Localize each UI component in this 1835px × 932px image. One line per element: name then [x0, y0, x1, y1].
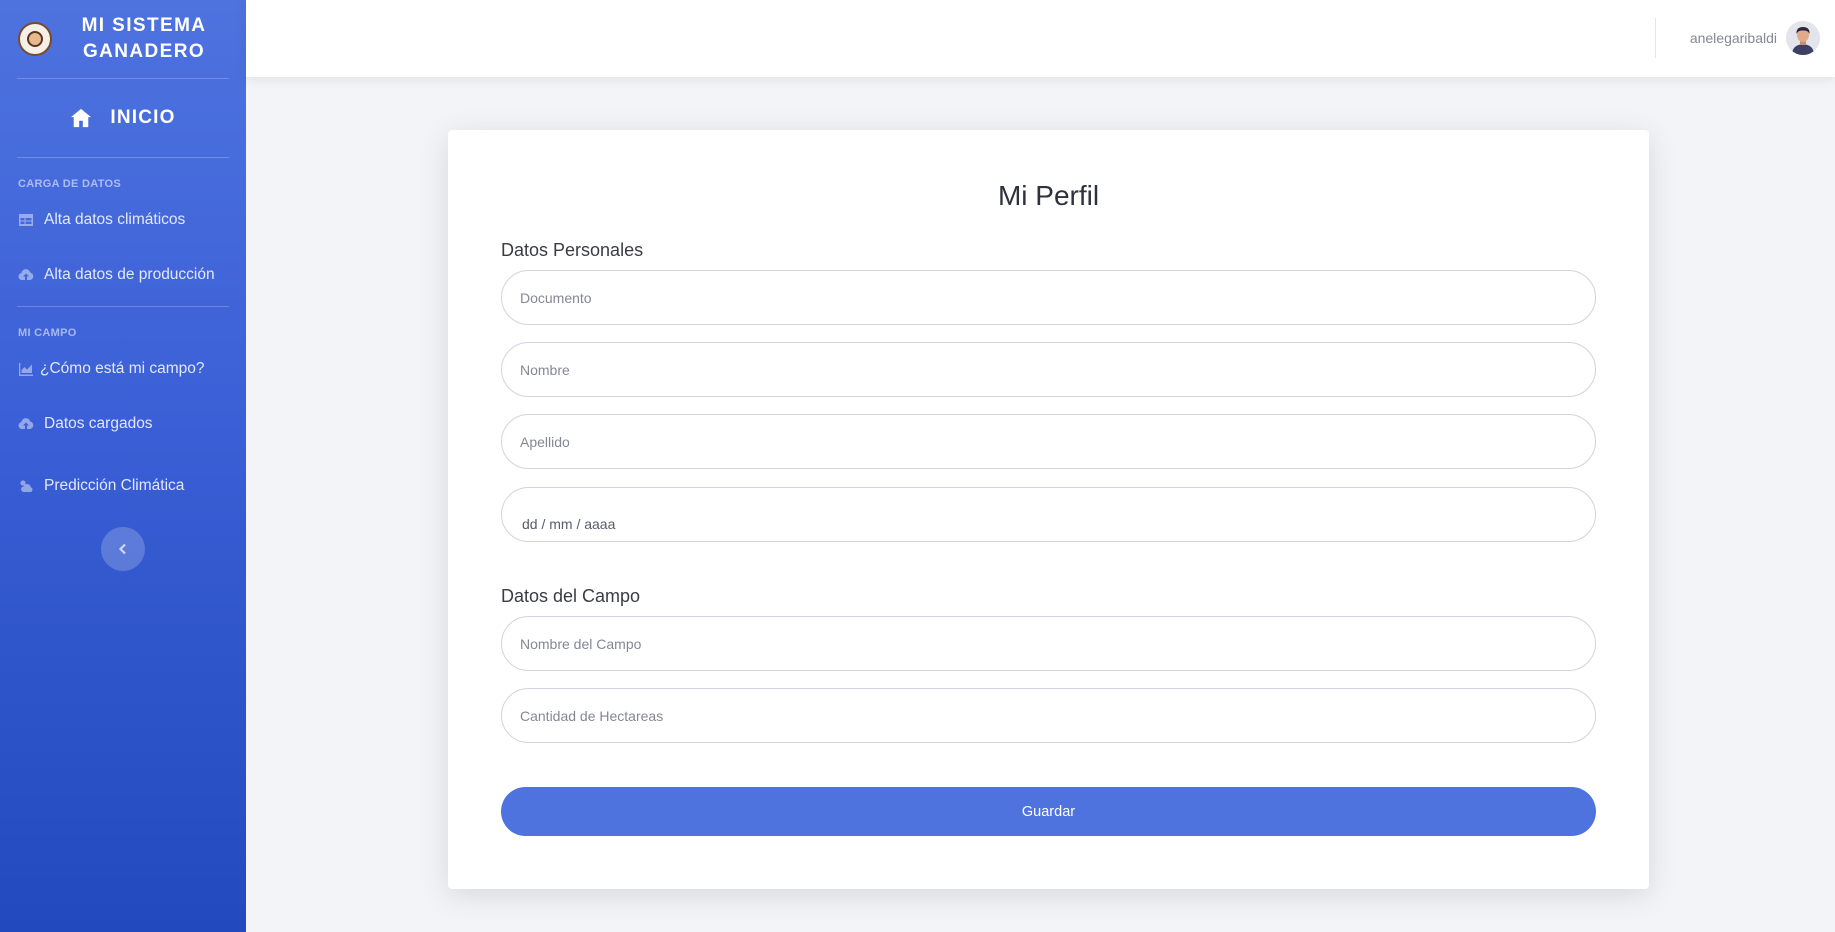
save-button[interactable]: Guardar — [501, 787, 1596, 836]
page-title: Mi Perfil — [997, 180, 1100, 211]
home-icon — [71, 108, 92, 128]
sidebar-item-alta-produccion[interactable]: Alta datos de producción — [0, 244, 246, 306]
sidebar-item-datos-cargados[interactable]: Datos cargados — [0, 393, 246, 455]
sidebar-heading-mi-campo: MI CAMPO — [18, 327, 77, 339]
chevron-left-icon — [118, 543, 126, 555]
username[interactable]: anelegaribaldi — [1690, 30, 1777, 46]
sidebar-item-como-esta[interactable]: ¿Cómo está mi campo? — [0, 345, 246, 393]
cloud-sun-icon — [20, 480, 33, 493]
field-data-heading: Datos del Campo — [501, 586, 641, 606]
personal-data-heading: Datos Personales — [501, 240, 644, 260]
brand-name: MI SISTEMA GANADERO — [81, 15, 207, 62]
sidebar-item-prediccion[interactable]: Predicción Climática — [0, 455, 246, 517]
chart-area-icon — [19, 363, 33, 376]
sidebar: MI SISTEMA GANADERO INICIO CARGA DE DATO… — [0, 0, 246, 932]
nombre-campo-input[interactable]: Nombre del Campo — [501, 616, 1596, 671]
birthdate-input[interactable]: dd / mm / aaaa — [501, 487, 1596, 542]
sidebar-heading-carga: CARGA DE DATOS — [18, 178, 122, 190]
sidebar-item-alta-climaticos[interactable]: Alta datos climáticos — [0, 196, 246, 244]
apellido-input[interactable]: Apellido — [501, 414, 1596, 469]
sidebar-item-label: ¿Cómo está mi campo? — [40, 360, 205, 377]
avatar[interactable] — [1786, 21, 1820, 55]
table-icon — [19, 214, 33, 226]
sidebar-item-label: Alta datos climáticos — [44, 211, 186, 228]
sidebar-item-label: Datos cargados — [44, 415, 153, 432]
sidebar-item-inicio[interactable]: INICIO — [0, 79, 246, 157]
cloud-upload-icon — [18, 418, 34, 430]
profile-card: Mi Perfil Datos Personales Documento Nom… — [448, 130, 1649, 889]
sidebar-item-label: Alta datos de producción — [44, 266, 215, 283]
brand-logo-icon — [18, 22, 52, 56]
sidebar-item-label: INICIO — [110, 107, 176, 128]
sidebar-item-label: Predicción Climática — [44, 477, 185, 494]
sidebar-toggle-button[interactable] — [101, 527, 145, 571]
cloud-upload-icon — [18, 269, 34, 281]
brand[interactable]: MI SISTEMA GANADERO — [0, 0, 246, 78]
user-avatar-icon — [1786, 21, 1820, 55]
documento-input[interactable]: Documento — [501, 270, 1596, 325]
hectareas-input[interactable]: Cantidad de Hectareas — [501, 688, 1596, 743]
topbar-divider — [1655, 18, 1656, 58]
topbar: anelegaribaldi — [246, 0, 1835, 77]
nombre-input[interactable]: Nombre — [501, 342, 1596, 397]
